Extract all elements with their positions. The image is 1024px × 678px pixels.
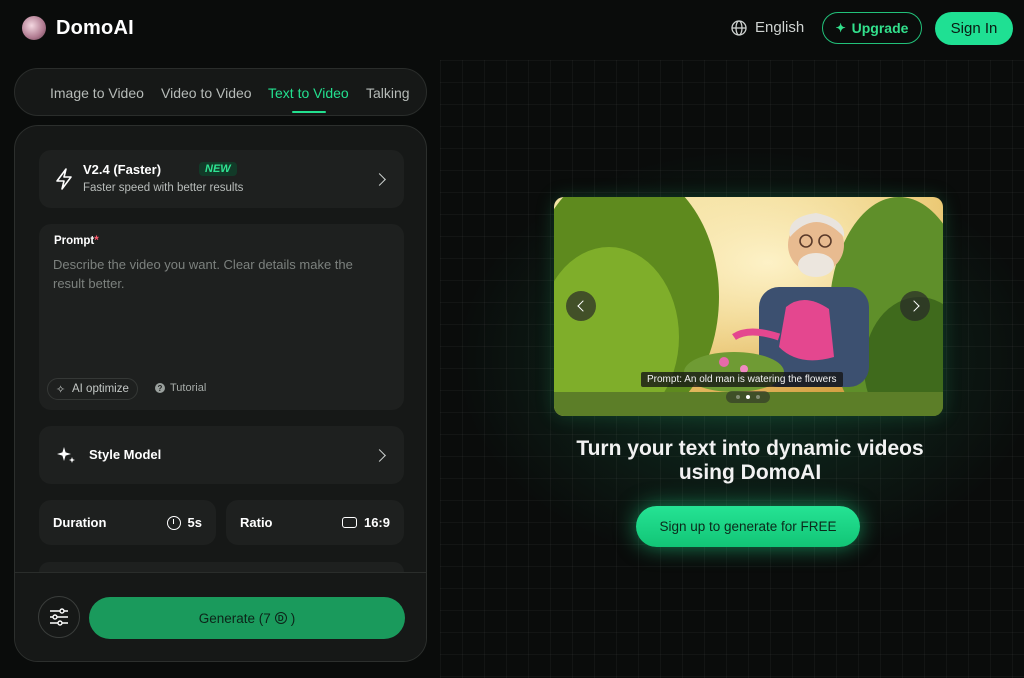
ratio-value-group: 16:9: [341, 515, 390, 530]
sparkle-icon: ✧: [56, 384, 66, 396]
sign-in-button[interactable]: Sign In: [935, 12, 1013, 45]
brand-name: DomoAI: [56, 16, 134, 39]
sparkle-icon: ✦: [835, 21, 846, 35]
carousel-dot[interactable]: [756, 395, 760, 399]
tab-video-to-video[interactable]: Video to Video: [161, 85, 252, 101]
mode-tabs: Image to Video Video to Video Text to Vi…: [14, 68, 427, 116]
chevron-right-icon: [373, 449, 386, 462]
tutorial-label: Tutorial: [170, 382, 207, 394]
carousel-next-button[interactable]: [900, 291, 930, 321]
upgrade-button[interactable]: ✦ Upgrade: [822, 12, 922, 44]
model-selector[interactable]: V2.4 (Faster) NEW Faster speed with bett…: [39, 150, 404, 208]
example-video-carousel[interactable]: Prompt: An old man is watering the flowe…: [554, 197, 943, 416]
tab-text-to-video[interactable]: Text to Video: [268, 85, 349, 101]
ai-optimize-button[interactable]: ✧ AI optimize: [47, 378, 138, 400]
chevron-right-icon: [373, 173, 386, 186]
required-mark: *: [94, 235, 99, 247]
duration-selector[interactable]: Duration 5s: [39, 500, 216, 545]
generate-button[interactable]: Generate (7 D ): [89, 597, 405, 639]
ai-optimize-label: AI optimize: [72, 383, 129, 395]
ratio-label: Ratio: [240, 515, 273, 530]
clock-icon: [166, 515, 181, 530]
sparkles-icon: [57, 447, 75, 463]
chevron-right-icon: [907, 300, 920, 312]
carousel-pagination: [726, 391, 770, 403]
prompt-input[interactable]: [53, 255, 388, 355]
chevron-left-icon: [576, 300, 589, 312]
language-selector[interactable]: English: [731, 19, 804, 36]
upgrade-label: Upgrade: [851, 20, 909, 36]
ratio-selector[interactable]: Ratio 16:9: [226, 500, 404, 545]
generate-suffix: ): [290, 610, 296, 626]
sliders-icon: [50, 608, 68, 626]
generation-panel: V2.4 (Faster) NEW Faster speed with bett…: [14, 125, 427, 662]
advanced-settings-button[interactable]: [38, 596, 80, 638]
new-badge: NEW: [199, 162, 237, 176]
tab-talking[interactable]: Talking: [366, 85, 410, 101]
brand-logo[interactable]: DomoAI: [22, 16, 134, 40]
ratio-value: 16:9: [363, 515, 390, 530]
tutorial-link[interactable]: ? Tutorial: [155, 382, 206, 394]
aspect-ratio-icon: [341, 517, 357, 528]
style-model-label: Style Model: [89, 447, 162, 462]
generate-label: Generate (7: [198, 610, 271, 626]
credit-coin-icon: D: [274, 612, 287, 624]
lightning-icon: [56, 168, 72, 190]
globe-icon: [731, 19, 747, 36]
carousel-dot[interactable]: [736, 395, 740, 399]
model-subtitle: Faster speed with better results: [83, 182, 244, 194]
duration-value-group: 5s: [166, 515, 202, 530]
carousel-prev-button[interactable]: [566, 291, 596, 321]
tab-image-to-video[interactable]: Image to Video: [50, 85, 144, 101]
video-caption: Prompt: An old man is watering the flowe…: [641, 372, 843, 387]
prompt-card: Prompt* ✧ AI optimize ? Tutorial: [39, 224, 404, 410]
signup-cta-button[interactable]: Sign up to generate for FREE: [636, 506, 860, 547]
hero-headline: Turn your text into dynamic videos using…: [540, 437, 960, 485]
panel-footer: Generate (7 D ): [15, 572, 426, 661]
help-icon: ?: [155, 383, 165, 393]
duration-label: Duration: [53, 515, 107, 530]
prompt-label: Prompt*: [54, 235, 99, 247]
hero-headline-line2: using DomoAI: [678, 461, 822, 484]
hero-headline-line1: Turn your text into dynamic videos: [576, 437, 924, 460]
language-label: English: [755, 19, 805, 36]
model-title: V2.4 (Faster): [83, 162, 162, 177]
carousel-dot-active[interactable]: [746, 395, 750, 399]
active-tab-indicator: [292, 111, 326, 113]
style-model-selector[interactable]: Style Model: [39, 426, 404, 484]
duration-value: 5s: [187, 515, 202, 530]
logo-icon: [22, 16, 46, 40]
